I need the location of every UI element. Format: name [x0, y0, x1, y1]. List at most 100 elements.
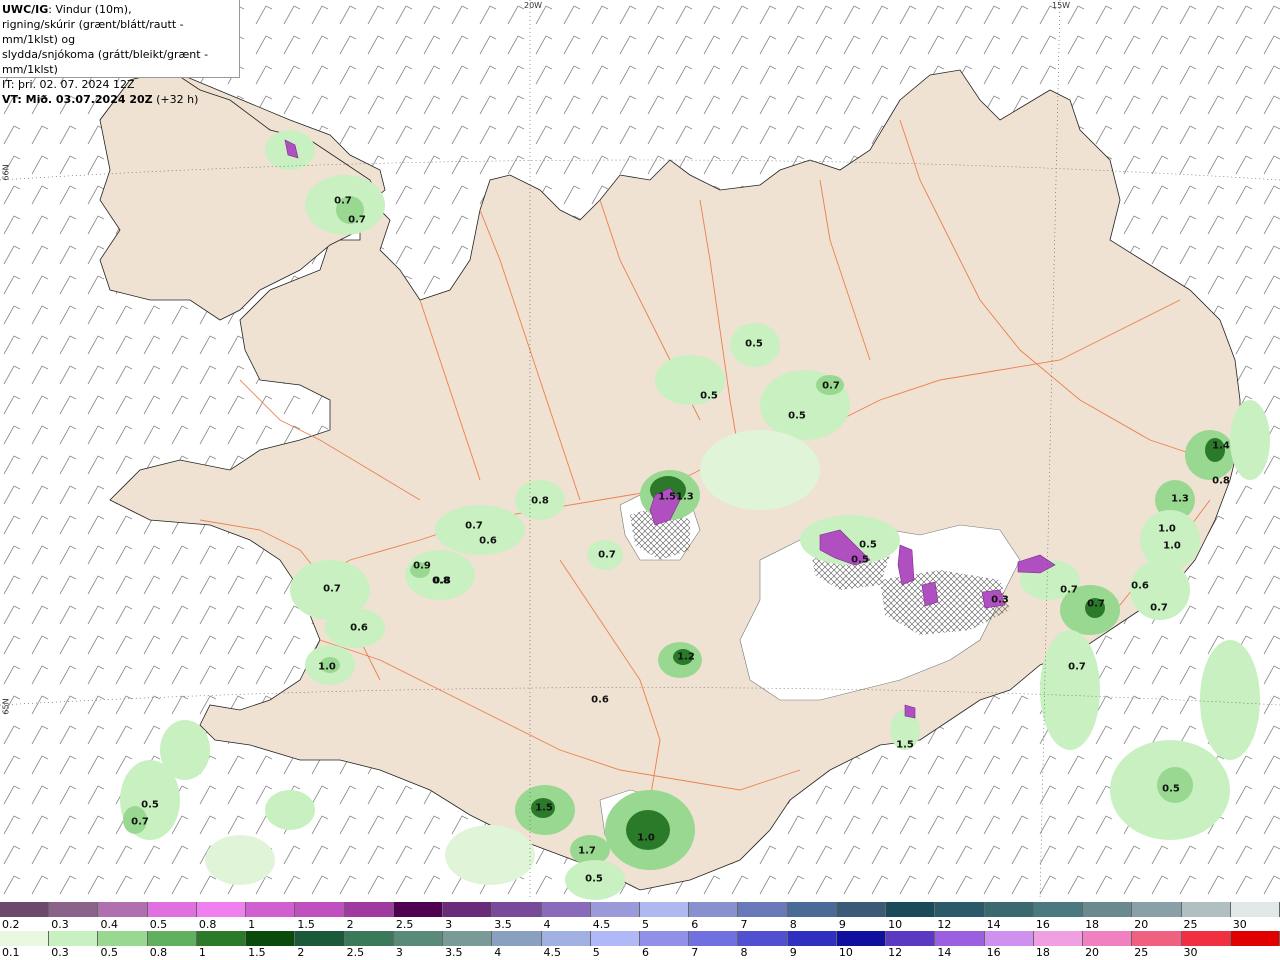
legend-label: 4.5 [543, 946, 562, 959]
legend-swatch [98, 902, 148, 917]
legend-label: 3.5 [445, 946, 463, 959]
legend-label: 5 [592, 946, 600, 959]
legend-label: 25 [1183, 918, 1198, 931]
legend-swatch [295, 902, 345, 917]
legend-label: 1 [248, 918, 256, 931]
legend-label: 10 [888, 918, 903, 931]
legend-swatch [147, 902, 197, 917]
legend-label: 2.5 [395, 918, 414, 931]
legend-swatch [0, 902, 50, 917]
legend-swatch [196, 902, 247, 917]
legend-swatch [886, 931, 936, 946]
legend-label: 0.1 [2, 946, 20, 959]
legend-swatch [246, 931, 296, 946]
legend-label: 4.5 [592, 918, 611, 931]
legend-label: 2 [297, 946, 305, 959]
legend-swatch [984, 902, 1034, 917]
legend-swatch [1181, 902, 1231, 917]
rain-color-scale [0, 931, 1280, 946]
legend-swatch [640, 931, 690, 946]
legend-swatch [1132, 931, 1182, 946]
legend-swatch [196, 931, 247, 946]
legend-label: 0.5 [100, 946, 118, 959]
legend-swatch [935, 902, 985, 917]
title-line-3: slydda/snjókoma (grátt/bleikt/grænt - mm… [2, 48, 209, 76]
lon-label-15w: 15W [1052, 1, 1071, 10]
legend-swatch [1132, 902, 1182, 917]
legend-swatch [541, 931, 591, 946]
legend-swatch [0, 931, 50, 946]
legend-label: 16 [1035, 918, 1050, 931]
legend-label: 9 [838, 918, 846, 931]
legend-swatch [787, 902, 837, 917]
legend-label: 3.5 [494, 918, 512, 931]
legend-label: 9 [789, 946, 797, 959]
legend-swatch [1033, 931, 1084, 946]
legend-label: 18 [1085, 918, 1100, 931]
legend-label: 30 [1232, 918, 1247, 931]
legend-label: 1 [198, 946, 206, 959]
legend-label: 1.5 [248, 946, 266, 959]
legend-swatch [1083, 931, 1133, 946]
legend-swatch [246, 902, 296, 917]
legend-swatch [886, 902, 936, 917]
legend-swatch [1230, 902, 1280, 917]
legend-swatch [443, 931, 493, 946]
legend-swatch [836, 902, 887, 917]
legend-swatch [1033, 902, 1084, 917]
legend-swatch [689, 902, 739, 917]
rain-scale-labels: 0.1 0.3 0.5 0.8 1 1.5 2 2.5 3 3.5 4 4.5 5 6 7 8 9 10 12 14 1… [0, 946, 1280, 960]
legend-label: 16 [986, 946, 1001, 959]
legend-swatch [640, 902, 690, 917]
legend-label: 1.5 [297, 918, 315, 931]
legend-label: 0.3 [51, 946, 69, 959]
snow-color-scale [0, 902, 1280, 917]
legend-label: 6 [691, 918, 699, 931]
legend-label: 12 [937, 918, 952, 931]
legend-label: 30 [1183, 946, 1198, 959]
legend-swatch [984, 931, 1034, 946]
legend-swatch [541, 902, 591, 917]
legend-label: 0.5 [149, 918, 168, 931]
legend-swatch [295, 931, 345, 946]
legend-label: 0.2 [2, 918, 20, 931]
map-title-box: UWC/IG: Vindur (10m), rigning/skúrir (gr… [0, 0, 240, 106]
weather-map [0, 0, 1280, 900]
legend-swatch [787, 931, 837, 946]
legend-swatch [1181, 931, 1231, 946]
legend-label: 2.5 [346, 946, 365, 959]
legend-swatch [393, 902, 444, 917]
legend-swatch [393, 931, 444, 946]
legend-swatch [1230, 931, 1280, 946]
legend-swatch [492, 902, 542, 917]
lat-label-65n: 65N [1, 698, 11, 715]
legend-swatch [492, 931, 542, 946]
legend-label: 4 [543, 918, 551, 931]
legend-label: 20 [1085, 946, 1100, 959]
legend-label: 3 [395, 946, 403, 959]
legend-swatch [590, 931, 640, 946]
legend-label: 12 [888, 946, 903, 959]
legend-label: 7 [691, 946, 699, 959]
legend-label: 0.8 [198, 918, 217, 931]
lat-label-66n: 66N [1, 164, 11, 181]
legend-swatch [836, 931, 887, 946]
legend-swatch [344, 902, 394, 917]
legend-swatch [738, 902, 788, 917]
legend-label: 14 [986, 918, 1001, 931]
legend-label: 7 [740, 918, 748, 931]
legend-label: 0.4 [100, 918, 118, 931]
legend-label: 0.3 [51, 918, 69, 931]
legend-swatch [443, 902, 493, 917]
legend-label: 3 [445, 918, 453, 931]
legend-swatch [344, 931, 394, 946]
title-line-2: rigning/skúrir (grænt/blátt/rautt - mm/1… [2, 18, 184, 46]
legend-swatch [935, 931, 985, 946]
legend-label: 0.8 [149, 946, 168, 959]
legend-label: 6 [642, 946, 649, 959]
snow-scale-labels: 0.2 0.3 0.4 0.5 0.8 1 1.5 2 2.5 3 3.5 4 4.5 5 6 7 8 9 10 12… [0, 918, 1280, 932]
title-line-1: UWC/IG: Vindur (10m), [2, 3, 132, 16]
legend-label: 25 [1134, 946, 1149, 959]
legend-label: 10 [838, 946, 853, 959]
legend-swatch [49, 902, 99, 917]
